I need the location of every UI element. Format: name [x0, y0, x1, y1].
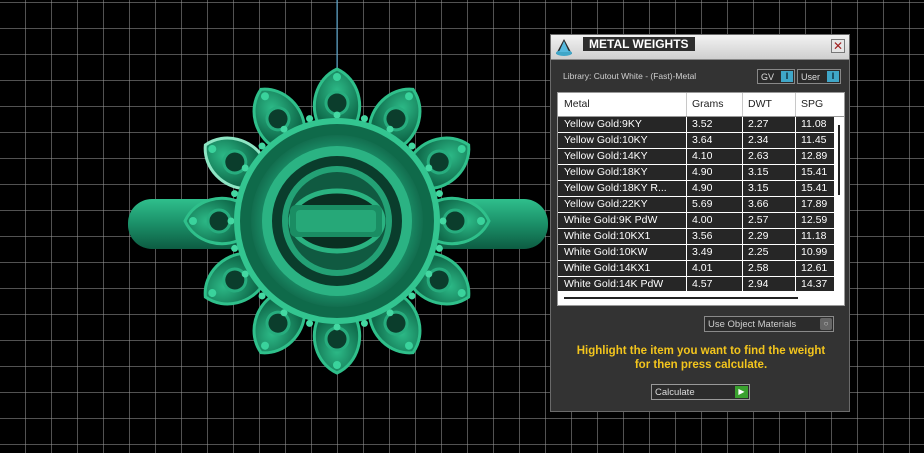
cell-metal: Yellow Gold:18KY R...	[564, 182, 667, 194]
table-row[interactable]: White Gold:10KW 3.49 2.25 10.99	[558, 245, 834, 261]
table-row[interactable]: Yellow Gold:14KY 4.10 2.63 12.89	[558, 149, 834, 165]
cell-dwt: 2.34	[748, 134, 769, 146]
cell-dwt: 2.63	[748, 150, 769, 162]
cell-metal: Yellow Gold:14KY	[564, 150, 648, 162]
instruction-line: for then press calculate.	[634, 359, 768, 371]
table-row[interactable]: White Gold:10KX1 3.56 2.29 11.18	[558, 229, 834, 245]
cell-spg: 14.37	[801, 278, 828, 290]
column-header-dwt[interactable]: DWT	[748, 98, 772, 110]
cad-viewport[interactable]: METAL WEIGHTS ✕ Library: Cutout White - …	[0, 0, 924, 453]
instruction-text: Highlight the item you want to find the …	[561, 344, 841, 372]
column-header-grams[interactable]: Grams	[692, 98, 724, 110]
bead	[231, 190, 239, 198]
cell-metal: Yellow Gold:10KY	[564, 134, 648, 146]
close-icon: ✕	[832, 39, 844, 53]
bead	[306, 115, 314, 123]
horizontal-scrollbar[interactable]	[558, 291, 844, 305]
column-header-spg[interactable]: SPG	[801, 98, 823, 110]
bead	[360, 115, 368, 123]
triangle-hat-icon	[556, 39, 572, 56]
calculate-button[interactable]: Calculate ▶	[651, 384, 750, 400]
vertical-scrollbar[interactable]	[835, 117, 844, 289]
cell-dwt: 2.58	[748, 262, 769, 274]
table-row[interactable]: Yellow Gold:22KY 5.69 3.66 17.89	[558, 197, 834, 213]
cell-grams: 4.90	[692, 182, 713, 194]
cell-metal: White Gold:10KX1	[564, 230, 651, 242]
instruction-line: Highlight the item you want to find the …	[576, 345, 826, 357]
bead	[333, 323, 341, 331]
bead	[227, 217, 235, 225]
play-icon: ▶	[735, 386, 748, 398]
column-header-metal[interactable]: Metal	[564, 98, 590, 110]
cell-dwt: 2.57	[748, 214, 769, 226]
cell-spg: 11.45	[801, 134, 827, 146]
table-row[interactable]: Yellow Gold:9KY 3.52 2.27 11.08	[558, 117, 834, 133]
cell-grams: 4.57	[692, 278, 713, 290]
cell-grams: 3.52	[692, 118, 713, 130]
cell-grams: 4.10	[692, 150, 713, 162]
metal-table: Metal Grams DWT SPG Yellow Gold:9KY 3.52 2…	[557, 92, 845, 306]
cell-metal: Yellow Gold:18KY	[564, 166, 648, 178]
table-row[interactable]: Yellow Gold:10KY 3.64 2.34 11.45	[558, 133, 834, 149]
cell-spg: 11.08	[801, 118, 827, 130]
panel-titlebar[interactable]: METAL WEIGHTS ✕	[551, 35, 849, 60]
gv-label: GV	[761, 72, 775, 82]
cell-spg: 11.18	[801, 230, 827, 242]
cell-grams: 3.56	[692, 230, 713, 242]
metal-weights-panel: METAL WEIGHTS ✕ Library: Cutout White - …	[550, 34, 850, 412]
cell-metal: White Gold:14KX1	[564, 262, 651, 274]
toggle-icon: I	[781, 71, 793, 82]
table-row[interactable]: Yellow Gold:18KY 4.90 3.15 15.41	[558, 165, 834, 181]
toggle-icon: I	[827, 71, 839, 82]
cell-dwt: 3.15	[748, 182, 769, 194]
cell-dwt: 2.25	[748, 246, 769, 258]
library-label: Library: Cutout White - (Fast)-Metal	[563, 71, 697, 81]
cell-spg: 12.61	[801, 262, 828, 274]
cell-spg: 17.89	[801, 198, 828, 210]
cell-dwt: 3.66	[748, 198, 769, 210]
bead	[306, 319, 314, 327]
cell-grams: 4.01	[692, 262, 713, 274]
bead	[360, 319, 368, 327]
cell-dwt: 2.29	[748, 230, 769, 242]
bead	[435, 244, 443, 252]
bead	[231, 244, 239, 252]
bead	[333, 111, 341, 119]
cell-spg: 12.59	[801, 214, 828, 226]
vertical-scroll-thumb[interactable]	[838, 125, 840, 195]
user-toggle[interactable]: User I	[797, 69, 841, 84]
use-object-materials-label: Use Object Materials	[708, 319, 797, 330]
panel-title: METAL WEIGHTS	[583, 37, 695, 51]
cell-metal: Yellow Gold:9KY	[564, 118, 642, 130]
cell-dwt: 2.27	[748, 118, 769, 130]
cell-grams: 5.69	[692, 198, 713, 210]
table-row[interactable]: White Gold:14KX1 4.01 2.58 12.61	[558, 261, 834, 277]
bead	[435, 190, 443, 198]
calculate-label: Calculate	[655, 387, 695, 398]
use-object-materials-dropdown[interactable]: Use Object Materials ○	[704, 316, 834, 332]
cell-metal: Yellow Gold:22KY	[564, 198, 648, 210]
horizontal-scroll-thumb[interactable]	[564, 297, 798, 299]
close-button[interactable]: ✕	[831, 39, 845, 53]
table-row[interactable]: Yellow Gold:18KY R... 4.90 3.15 15.41	[558, 181, 834, 197]
cell-dwt: 3.15	[748, 166, 769, 178]
cell-grams: 3.64	[692, 134, 713, 146]
cell-grams: 4.90	[692, 166, 713, 178]
gv-toggle[interactable]: GV I	[757, 69, 795, 84]
cell-spg: 10.99	[801, 246, 828, 258]
cell-spg: 15.41	[801, 182, 828, 194]
cell-dwt: 2.94	[748, 278, 769, 290]
dropdown-knob-icon: ○	[820, 318, 832, 330]
cell-grams: 3.49	[692, 246, 713, 258]
user-label: User	[801, 72, 821, 82]
bead	[439, 217, 447, 225]
cell-spg: 12.89	[801, 150, 828, 162]
cell-grams: 4.00	[692, 214, 713, 226]
cell-metal: White Gold:9K PdW	[564, 214, 658, 226]
table-row[interactable]: White Gold:9K PdW 4.00 2.57 12.59	[558, 213, 834, 229]
table-header: Metal Grams DWT SPG	[558, 93, 844, 117]
cell-metal: White Gold:14K PdW	[564, 278, 664, 290]
cell-metal: White Gold:10KW	[564, 246, 648, 258]
cell-spg: 15.41	[801, 166, 828, 178]
